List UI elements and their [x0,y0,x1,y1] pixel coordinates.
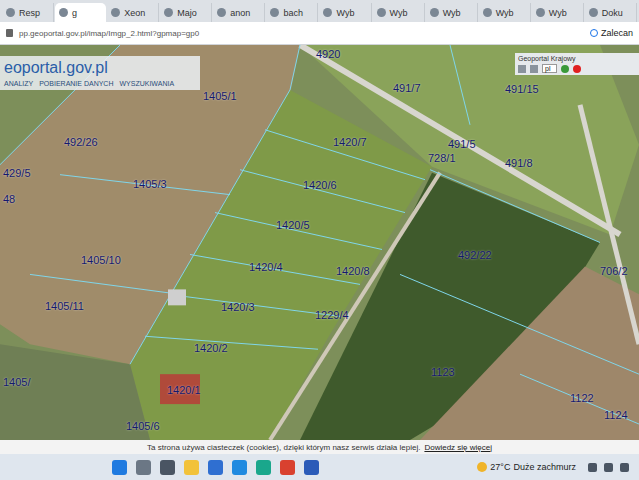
network-icon[interactable] [588,463,597,472]
browser-tab[interactable]: Majo [160,3,212,22]
browser-tab[interactable]: Wyb [373,3,425,22]
url-field[interactable]: pp.geoportal.gov.pl/imap/Imgp_2.html?gpm… [19,29,584,38]
parcel-label[interactable]: 1405/1 [203,90,237,102]
system-tray [588,463,629,472]
toolbar-button[interactable]: Zalecan [590,28,633,38]
screen: RespgXeonMajoanonbachWybWybWybWybWybDoku… [0,0,639,480]
parcel-label[interactable]: 1405/10 [81,254,121,266]
parcel-label[interactable]: 48 [3,193,15,205]
mail-icon[interactable] [232,460,247,475]
word-icon[interactable] [304,460,319,475]
parcel-label[interactable]: 4920 [316,48,340,60]
parcel-label[interactable]: 429/5 [3,167,31,179]
explorer-icon[interactable] [184,460,199,475]
cookie-link[interactable]: Dowiedz się więcej [424,443,492,452]
favicon-icon [483,8,492,17]
parcel-label[interactable]: 1405/3 [133,178,167,190]
chrome-icon[interactable] [280,460,295,475]
edge-icon[interactable] [256,460,271,475]
tab-bar: RespgXeonMajoanonbachWybWybWybWybWybDoku [0,0,639,22]
menu-item[interactable]: WYSZUKIWANIA [119,80,174,87]
parcel-label[interactable]: 492/22 [458,249,492,261]
taskbar: 27°CDuże zachmurz [0,454,639,480]
print-icon[interactable] [530,65,538,73]
parcel-label[interactable]: 1420/4 [249,261,283,273]
logo[interactable]: eoportal.gov.pl [4,58,196,78]
parcel-label[interactable]: 1405/ [3,376,31,388]
menu-item[interactable]: ANALIZY [4,80,33,87]
menu-item[interactable]: POBIERANIE DANYCH [39,80,113,87]
overview-title: Geoportal Krajowy [518,55,636,62]
parcel-label[interactable]: 1420/3 [221,301,255,313]
browser-tab[interactable]: g [55,3,106,22]
parcel-label[interactable]: 1229/4 [315,309,349,321]
parcel-label[interactable]: 1420/7 [333,136,367,148]
browser-tab[interactable]: Wyb [479,3,531,22]
layers-icon[interactable] [518,65,526,73]
weather-widget[interactable]: 27°CDuże zachmurz [477,462,576,472]
parcel-label[interactable]: 1420/6 [303,179,337,191]
favicon-icon [536,8,545,17]
parcel-label[interactable]: 491/8 [505,157,533,169]
weather-icon [477,462,487,472]
browser-tab[interactable]: Wyb [319,3,371,22]
favicon-icon [323,8,332,17]
browser-tab[interactable]: anon [213,3,265,22]
favicon-icon [377,8,386,17]
parcel-label[interactable]: 1405/11 [45,300,84,312]
overview-panel: Geoportal Krajowy pl [515,53,639,75]
parcel-label[interactable]: 1123 [431,366,455,378]
cookie-bar: Ta strona używa ciasteczek (cookies), dz… [0,440,639,454]
start-icon[interactable] [112,460,127,475]
map[interactable]: eoportal.gov.pl ANALIZY POBIERANIE DANYCH W… [0,45,639,440]
browser-tab[interactable]: Resp [2,3,54,22]
language-select[interactable]: pl [542,64,557,73]
browser-tab[interactable]: bach [266,3,318,22]
parcel-label[interactable]: 1420/1 [167,384,201,396]
address-bar: pp.geoportal.gov.pl/imap/Imgp_2.html?gpm… [0,22,639,45]
favicon-icon [59,8,68,17]
parcel-label[interactable]: 1420/2 [194,342,228,354]
lock-icon [6,29,13,37]
parcel-label[interactable]: 1122 [570,392,594,404]
parcel-label[interactable]: 491/7 [393,82,421,94]
favicon-icon [430,8,439,17]
parcel-label[interactable]: 491/5 [448,138,476,150]
aerial-photo [0,45,639,440]
favicon-icon [111,8,120,17]
info-icon[interactable] [561,65,569,73]
browser-tab[interactable]: Xeon [107,3,159,22]
geoportal-header: eoportal.gov.pl ANALIZY POBIERANIE DANYCH W… [0,56,200,90]
favicon-icon [270,8,279,17]
sync-icon [590,29,598,37]
favicon-icon [6,8,15,17]
header-menu: ANALIZY POBIERANIE DANYCH WYSZUKIWANIA [4,80,196,87]
parcel-label[interactable]: 491/15 [505,83,539,95]
store-icon[interactable] [208,460,223,475]
parcel-label[interactable]: 1420/8 [336,265,370,277]
parcel-label[interactable]: 1124 [604,409,628,421]
favicon-icon [217,8,226,17]
favicon-icon [589,8,598,17]
parcel-label[interactable]: 1420/5 [276,219,310,231]
parcel-label[interactable]: 706/2 [600,265,628,277]
volume-icon[interactable] [604,463,613,472]
browser-tab[interactable]: Wyb [532,3,584,22]
parcel-label[interactable]: 1405/6 [126,420,160,432]
notification-icon[interactable] [620,463,629,472]
parcel-label[interactable]: 728/1 [428,152,456,164]
youtube-icon[interactable] [573,65,581,73]
browser-tab[interactable]: Doku [585,3,637,22]
task-view-icon[interactable] [160,460,175,475]
parcel-label[interactable]: 492/26 [64,136,98,148]
browser-tab[interactable]: Wyb [426,3,478,22]
search-icon[interactable] [136,460,151,475]
favicon-icon [164,8,173,17]
